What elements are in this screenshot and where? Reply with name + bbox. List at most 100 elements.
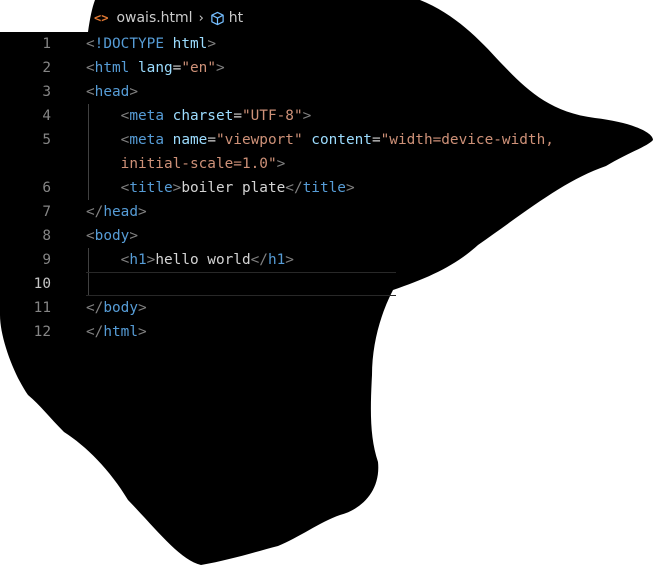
code-token: head	[94, 84, 130, 100]
code-text: <head>	[86, 80, 138, 104]
code-token: boiler plate	[181, 180, 286, 196]
line-number: 11	[33, 300, 51, 316]
code-text: <body>	[86, 224, 138, 248]
code-text: <h1>hello world</h1>	[86, 248, 294, 272]
code-text: </body>	[86, 296, 147, 320]
code-token: <	[86, 228, 95, 244]
breadcrumb-file-name[interactable]: owais.html	[116, 10, 192, 26]
code-token: lang	[138, 60, 173, 76]
code-token: html	[94, 60, 130, 76]
code-text: <meta charset="UTF-8">	[86, 104, 312, 128]
code-token: <	[86, 60, 95, 76]
code-token: =	[207, 132, 216, 148]
code-token: </	[285, 180, 303, 196]
code-token: >	[129, 228, 138, 244]
code-token: >	[276, 156, 286, 172]
code-token: body	[103, 300, 138, 316]
code-token: <	[86, 84, 95, 100]
breadcrumb-element[interactable]: ht	[229, 10, 243, 26]
code-token: "UTF-8"	[241, 108, 303, 124]
code-text: <!DOCTYPE html>	[86, 32, 216, 56]
code-token: =	[371, 132, 381, 148]
code-line[interactable]: 10	[0, 272, 653, 296]
indent-guide	[88, 272, 89, 296]
code-token: hello world	[155, 252, 251, 268]
code-token: >	[345, 180, 355, 196]
code-token: >	[137, 204, 147, 220]
code-line[interactable]: 4 <meta charset="UTF-8">	[0, 104, 653, 128]
line-number: 1	[42, 36, 51, 52]
code-token: html	[172, 36, 208, 52]
code-line[interactable]: 2 <html lang="en">	[0, 56, 653, 80]
code-token: meta	[129, 108, 164, 124]
code-token: =	[233, 108, 242, 124]
code-token: "viewport"	[215, 132, 303, 148]
code-token: </	[86, 324, 104, 340]
code-token: meta	[129, 132, 164, 148]
breadcrumb: <> owais.html › ht	[94, 8, 243, 28]
cube-icon	[210, 11, 225, 26]
code-text: <meta name="viewport" content="width=dev…	[86, 128, 554, 152]
code-token: h1	[129, 252, 147, 268]
code-token: "en"	[181, 60, 216, 76]
chevron-right-icon: ›	[198, 10, 204, 26]
code-line[interactable]: 7 </head>	[0, 200, 653, 224]
code-editor[interactable]: 1 <!DOCTYPE html> 2 <html lang="en"> 3 <head>…	[0, 32, 653, 344]
line-number: 5	[42, 132, 51, 148]
code-text: <title>boiler plate</title>	[86, 176, 355, 200]
line-number: 12	[33, 324, 51, 340]
line-number: 9	[42, 252, 51, 268]
code-token: head	[103, 204, 138, 220]
line-number: 4	[42, 108, 51, 124]
code-token: html	[103, 324, 138, 340]
code-text: </head>	[86, 200, 147, 224]
code-token: charset	[172, 108, 234, 124]
code-line[interactable]: initial-scale=1.0">	[0, 152, 653, 176]
code-token: >	[137, 300, 147, 316]
code-token: >	[215, 60, 225, 76]
code-token: body	[94, 228, 130, 244]
code-line[interactable]: 11 </body>	[0, 296, 653, 320]
code-token: initial-scale=1.0"	[120, 156, 277, 172]
code-line[interactable]: 6 <title>boiler plate</title>	[0, 176, 653, 200]
line-number: 8	[42, 228, 51, 244]
code-token: !DOCTYPE	[94, 36, 164, 52]
code-token: <	[86, 36, 95, 52]
code-token: </	[86, 300, 104, 316]
line-number: 6	[42, 180, 51, 196]
code-token: title	[129, 180, 173, 196]
code-line[interactable]: 3 <head>	[0, 80, 653, 104]
line-number: 3	[42, 84, 51, 100]
code-token: >	[302, 108, 312, 124]
line-number: 7	[42, 204, 51, 220]
code-text: <html lang="en">	[86, 56, 225, 80]
code-text: initial-scale=1.0">	[86, 152, 286, 176]
code-line[interactable]: 12 </html>	[0, 320, 653, 344]
line-number: 2	[42, 60, 51, 76]
code-token: </	[250, 252, 268, 268]
code-token: >	[129, 84, 138, 100]
code-text: </html>	[86, 320, 147, 344]
code-line[interactable]: 9 <h1>hello world</h1>	[0, 248, 653, 272]
code-token: "width=device-width,	[380, 132, 554, 148]
code-line[interactable]: 8 <body>	[0, 224, 653, 248]
code-token: </	[86, 204, 104, 220]
code-token: >	[137, 324, 147, 340]
code-line[interactable]: 5 <meta name="viewport" content="width=d…	[0, 128, 653, 152]
code-token: h1	[267, 252, 286, 268]
code-token: >	[207, 36, 216, 52]
code-text	[86, 272, 121, 296]
code-line[interactable]: 1 <!DOCTYPE html>	[0, 32, 653, 56]
line-number: 10	[33, 276, 51, 292]
